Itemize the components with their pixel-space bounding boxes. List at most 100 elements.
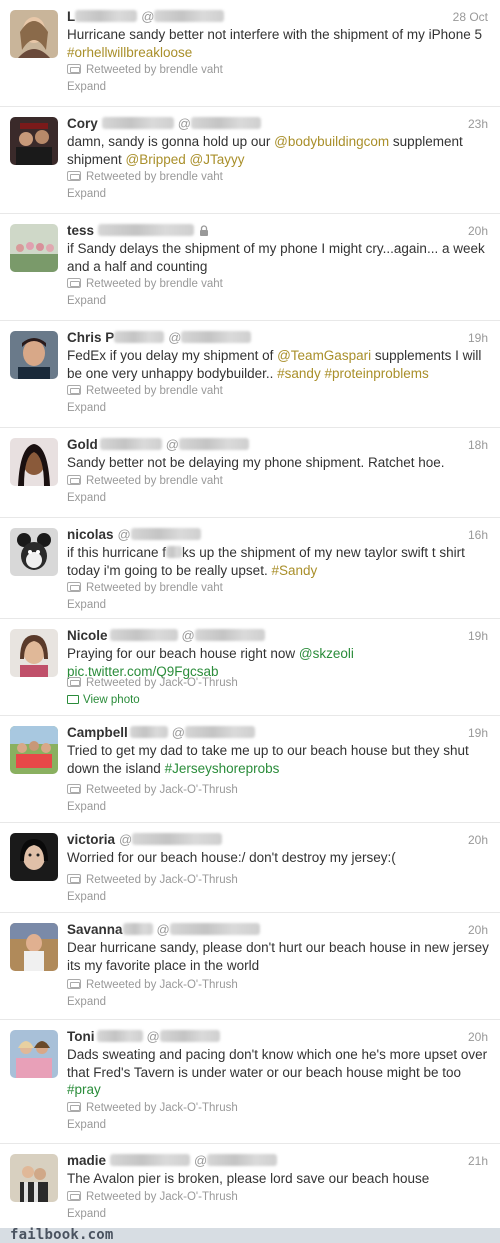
mention-link[interactable]: @JTayyy	[190, 152, 245, 167]
hashtag-link[interactable]: #Sandy	[271, 563, 317, 578]
user-handle[interactable]: @	[168, 330, 181, 345]
expand-link[interactable]: Expand	[67, 1207, 106, 1221]
mention-link[interactable]: @bodybuildingcom	[274, 134, 389, 149]
expand-link[interactable]: Expand	[67, 995, 106, 1009]
view-photo-link[interactable]: View photo	[67, 693, 140, 707]
user-handle[interactable]: @	[141, 9, 154, 24]
tweet-time[interactable]: 19h	[468, 329, 488, 347]
expand-link[interactable]: Expand	[67, 401, 106, 415]
tweet-time[interactable]: 28 Oct	[453, 8, 488, 26]
expand-link[interactable]: Expand	[67, 80, 106, 94]
avatar[interactable]	[10, 438, 58, 486]
tweet-text-segment: Dads sweating and pacing don't know whic…	[67, 1047, 488, 1080]
retweeted-by[interactable]: Retweeted by brendle vaht	[86, 475, 223, 487]
tweet[interactable]: victoria @20h Worried for our beach house…	[0, 823, 500, 913]
tweet-text-segment: Hurricane sandy better not interfere wit…	[67, 27, 482, 42]
retweeted-by[interactable]: Retweeted by Jack-O'-Thrush	[86, 784, 238, 796]
tweet[interactable]: Savanna @20h Dear hurricane sandy, please…	[0, 913, 500, 1020]
tweet[interactable]: Gold @18h Sandy better not be delaying my…	[0, 428, 500, 518]
expand-link[interactable]: Expand	[67, 294, 106, 308]
hashtag-link[interactable]: #Jerseyshoreprobs	[165, 761, 280, 776]
tweet[interactable]: Toni @20h Dads sweating and pacing don't …	[0, 1020, 500, 1144]
avatar[interactable]	[10, 629, 58, 677]
user-name[interactable]: L	[67, 9, 75, 24]
mention-link[interactable]: @TeamGaspari	[277, 348, 371, 363]
retweeted-by[interactable]: Retweeted by brendle vaht	[86, 278, 223, 290]
user-handle[interactable]: @	[157, 922, 170, 937]
user-name[interactable]: Chris P	[67, 330, 114, 345]
tweet[interactable]: madie @21h The Avalon pier is broken, ple…	[0, 1144, 500, 1228]
retweeted-by[interactable]: Retweeted by Jack-O'-Thrush	[86, 677, 238, 689]
retweeted-by[interactable]: Retweeted by brendle vaht	[86, 171, 223, 183]
expand-link[interactable]: Expand	[67, 187, 106, 201]
avatar[interactable]	[10, 117, 58, 165]
user-handle[interactable]: @	[178, 116, 191, 131]
user-name[interactable]: Cory	[67, 116, 98, 131]
expand-link[interactable]: Expand	[67, 800, 106, 814]
user-name[interactable]: nicolas	[67, 527, 114, 542]
avatar[interactable]	[10, 10, 58, 58]
tweet-time[interactable]: 16h	[468, 526, 488, 544]
user-handle[interactable]: @	[166, 437, 179, 452]
retweeted-by[interactable]: Retweeted by Jack-O'-Thrush	[86, 1191, 238, 1203]
avatar[interactable]	[10, 528, 58, 576]
tweet-time[interactable]: 23h	[468, 115, 488, 133]
tweet-time[interactable]: 20h	[468, 222, 488, 240]
expand-link[interactable]: Expand	[67, 1118, 106, 1132]
mention-link[interactable]: @Bripped	[126, 152, 186, 167]
user-handle[interactable]: @	[182, 628, 195, 643]
tweet[interactable]: nicolas @16h if this hurricane f ks up the…	[0, 518, 500, 619]
tweet-time[interactable]: 20h	[468, 831, 488, 849]
avatar[interactable]	[10, 331, 58, 379]
tweet[interactable]: Cory @23h damn, sandy is gonna hold up ou…	[0, 107, 500, 214]
tweet-time[interactable]: 20h	[468, 1028, 488, 1046]
retweeted-by[interactable]: Retweeted by brendle vaht	[86, 64, 223, 76]
mention-link[interactable]: @skzeoli	[299, 646, 354, 661]
expand-link[interactable]: Expand	[67, 491, 106, 505]
avatar[interactable]	[10, 923, 58, 971]
user-name[interactable]: Toni	[67, 1029, 95, 1044]
user-name[interactable]: Gold	[67, 437, 98, 452]
user-name[interactable]: tess	[67, 223, 94, 238]
avatar[interactable]	[10, 833, 58, 881]
tweet[interactable]: Campbell @19h Tried to get my dad to take…	[0, 716, 500, 823]
tweet-time[interactable]: 21h	[468, 1152, 488, 1170]
retweeted-by[interactable]: Retweeted by Jack-O'-Thrush	[86, 874, 238, 886]
tweet-time[interactable]: 19h	[468, 627, 488, 645]
user-handle[interactable]: @	[118, 527, 131, 542]
retweeted-by[interactable]: Retweeted by Jack-O'-Thrush	[86, 1102, 238, 1114]
retweet-icon	[67, 475, 81, 485]
user-handle[interactable]: @	[194, 1153, 207, 1168]
user-name[interactable]: madie	[67, 1153, 106, 1168]
retweeted-by[interactable]: Retweeted by brendle vaht	[86, 385, 223, 397]
retweeted-by[interactable]: Retweeted by Jack-O'-Thrush	[86, 979, 238, 991]
user-handle[interactable]: @	[119, 832, 132, 847]
expand-link[interactable]: Expand	[67, 598, 106, 612]
user-handle[interactable]: @	[147, 1029, 160, 1044]
avatar[interactable]	[10, 224, 58, 272]
tweet-time[interactable]: 19h	[468, 724, 488, 742]
view-photo-label[interactable]: View photo	[83, 694, 140, 706]
tweet-time[interactable]: 20h	[468, 921, 488, 939]
user-name[interactable]: victoria	[67, 832, 115, 847]
tweet-time[interactable]: 18h	[468, 436, 488, 454]
avatar[interactable]	[10, 1154, 58, 1202]
hashtag-link[interactable]: #sandy	[277, 366, 321, 381]
tweet[interactable]: Chris P @19h FedEx if you delay my shipme…	[0, 321, 500, 428]
user-name[interactable]: Nicole	[67, 628, 108, 643]
user-name[interactable]: Savanna	[67, 922, 123, 937]
avatar[interactable]	[10, 726, 58, 774]
retweet-icon	[67, 582, 81, 592]
user-handle[interactable]: @	[172, 725, 185, 740]
tweet[interactable]: tess 20h if Sandy delays the shipment of …	[0, 214, 500, 321]
hashtag-link[interactable]: #proteinproblems	[324, 366, 428, 381]
retweeted-by[interactable]: Retweeted by brendle vaht	[86, 582, 223, 594]
expand-link[interactable]: Expand	[67, 890, 106, 904]
retweet-icon	[67, 64, 81, 74]
tweet[interactable]: Nicole @19h Praying for our beach house r…	[0, 619, 500, 716]
avatar[interactable]	[10, 1030, 58, 1078]
hashtag-link[interactable]: #orhellwillbreakloose	[67, 45, 192, 60]
tweet[interactable]: L @28 Oct Hurricane sandy better not inte…	[0, 0, 500, 107]
hashtag-link[interactable]: #pray	[67, 1082, 101, 1097]
user-name[interactable]: Campbell	[67, 725, 128, 740]
